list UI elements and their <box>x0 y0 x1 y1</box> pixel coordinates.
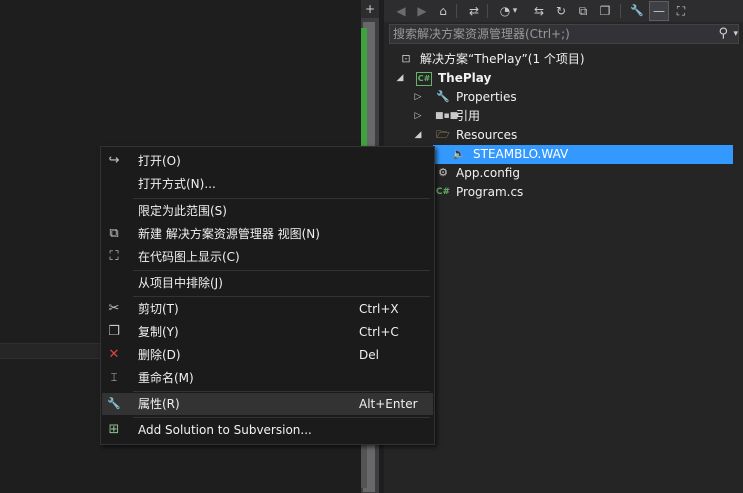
toolbar-separator <box>620 4 621 18</box>
expanded-arrow-icon[interactable]: ◢ <box>413 126 423 145</box>
tree-item-label: ThePlay <box>438 71 492 85</box>
change-tracking-saved-marker <box>361 28 367 148</box>
rename-icon: ⌶ <box>110 371 118 384</box>
menu-item-scope-to-this[interactable]: 限定为此范围(S) <box>102 200 433 222</box>
csharp-project-icon: C# <box>416 70 432 86</box>
back-icon[interactable]: ◀ <box>392 2 410 20</box>
menu-item-rename[interactable]: ⌶ 重命名(M) <box>102 367 433 389</box>
delete-x-icon: ✕ <box>108 347 120 362</box>
speaker-icon: 🔈 <box>452 147 466 160</box>
csharp-file-icon: C# <box>435 187 451 197</box>
wrench-icon: 🔧 <box>107 397 121 410</box>
split-window-button[interactable]: + <box>361 0 379 18</box>
menu-separator <box>133 417 430 418</box>
tree-item-project[interactable]: ◢ C# ThePlay <box>384 69 743 88</box>
menu-item-delete[interactable]: ✕ 删除(D) Del <box>102 344 433 366</box>
menu-item-properties[interactable]: 🔧 属性(R) Alt+Enter <box>102 393 433 415</box>
tree-item-label: 引用 <box>456 109 481 123</box>
tree-item-label: Resources <box>456 128 518 142</box>
shortcut-text: Del <box>359 348 379 362</box>
menu-item-copy[interactable]: ❐ 复制(Y) Ctrl+C <box>102 321 433 343</box>
solution-explorer-panel: ◀ ▶ ⌂ ⇄ ◔ ▾ ⇆ ↻ ⧉ ❐ 🔧 — ⛶ ⚲ ▾ ⊡ 解决方案“The… <box>384 0 743 493</box>
menu-separator <box>133 198 430 199</box>
references-icon: ■▪■ <box>435 111 459 121</box>
solution-icon: ⊡ <box>401 52 411 65</box>
copy-icon: ❐ <box>108 324 120 339</box>
config-file-icon: ⚙ <box>438 166 448 179</box>
sync-with-document-icon[interactable]: ⇄ <box>465 2 483 20</box>
shortcut-text: Alt+Enter <box>359 397 418 411</box>
menu-item-new-solution-explorer-view[interactable]: ⧉ 新建 解决方案资源管理器 视图(N) <box>102 223 433 245</box>
collapse-all-icon[interactable]: ⧉ <box>574 2 592 20</box>
tree-item-program-cs[interactable]: C# Program.cs <box>384 183 743 202</box>
search-box: ⚲ ▾ <box>389 24 739 44</box>
subversion-add-icon: ⊞ <box>108 422 120 437</box>
forward-icon[interactable]: ▶ <box>413 2 431 20</box>
solution-explorer-toolbar: ◀ ▶ ⌂ ⇄ ◔ ▾ ⇆ ↻ ⧉ ❐ 🔧 — ⛶ <box>384 0 743 22</box>
menu-separator <box>133 270 430 271</box>
menu-item-cut[interactable]: ✂ 剪切(T) Ctrl+X <box>102 298 433 320</box>
tree-item-label: 解决方案“ThePlay”(1 个项目) <box>420 52 585 66</box>
menu-item-exclude-from-project[interactable]: 从项目中排除(J) <box>102 272 433 294</box>
tree-item-references[interactable]: ▷ ■▪■ 引用 <box>384 107 743 126</box>
search-options-chevron-down-icon[interactable]: ▾ <box>733 25 738 43</box>
properties-wrench-icon[interactable]: 🔧 <box>628 2 646 20</box>
refresh-icon[interactable]: ↻ <box>552 2 570 20</box>
shortcut-text: Ctrl+C <box>359 325 399 339</box>
context-menu: ↪ 打开(O) 打开方式(N)... 限定为此范围(S) ⧉ 新建 解决方案资源… <box>100 146 435 445</box>
show-all-files-icon[interactable]: ❐ <box>596 2 614 20</box>
menu-item-open[interactable]: ↪ 打开(O) <box>102 150 433 172</box>
search-input[interactable] <box>390 25 708 43</box>
collapsed-arrow-icon[interactable]: ▷ <box>413 88 423 107</box>
tree-item-resources-folder[interactable]: ◢ 🗁 Resources <box>384 126 743 145</box>
tree-item-label: STEAMBLO.WAV <box>473 147 569 161</box>
open-folder-icon: 🗁 <box>436 128 450 141</box>
class-diagram-icon[interactable]: ⛶ <box>672 2 690 20</box>
tree-item-label: Properties <box>456 90 517 104</box>
menu-item-show-on-code-map[interactable]: ⛶ 在代码图上显示(C) <box>102 246 433 268</box>
tree-item-label: Program.cs <box>456 185 524 199</box>
switch-views-icon[interactable]: ⇆ <box>530 2 548 20</box>
menu-item-open-with[interactable]: 打开方式(N)... <box>102 173 433 195</box>
toolbar-separator <box>456 4 457 18</box>
expanded-arrow-icon[interactable]: ◢ <box>395 69 405 88</box>
shortcut-text: Ctrl+X <box>359 302 399 316</box>
menu-separator <box>133 296 430 297</box>
scissors-icon: ✂ <box>108 301 120 316</box>
collapsed-arrow-icon[interactable]: ▷ <box>413 107 423 126</box>
menu-item-add-to-subversion[interactable]: ⊞ Add Solution to Subversion... <box>102 419 433 441</box>
search-icon[interactable]: ⚲ <box>718 25 728 43</box>
tree-item-label: App.config <box>456 166 520 180</box>
home-icon[interactable]: ⌂ <box>434 2 452 20</box>
menu-separator <box>133 391 430 392</box>
new-view-icon: ⧉ <box>109 226 119 241</box>
dropdown-arrow-icon[interactable]: ▾ <box>510 2 520 20</box>
tree-item-wav-file[interactable]: 🔈 STEAMBLO.WAV <box>433 145 733 164</box>
tree-item-app-config[interactable]: ⚙ App.config <box>384 164 743 183</box>
code-map-icon: ⛶ <box>109 249 119 264</box>
toolbar-separator <box>487 4 488 18</box>
open-arrow-icon: ↪ <box>108 153 120 168</box>
wrench-icon: 🔧 <box>436 90 450 103</box>
tree-item-properties[interactable]: ▷ 🔧 Properties <box>384 88 743 107</box>
preview-selected-icon[interactable]: — <box>649 1 669 21</box>
tree-item-solution[interactable]: ⊡ 解决方案“ThePlay”(1 个项目) <box>384 50 743 69</box>
